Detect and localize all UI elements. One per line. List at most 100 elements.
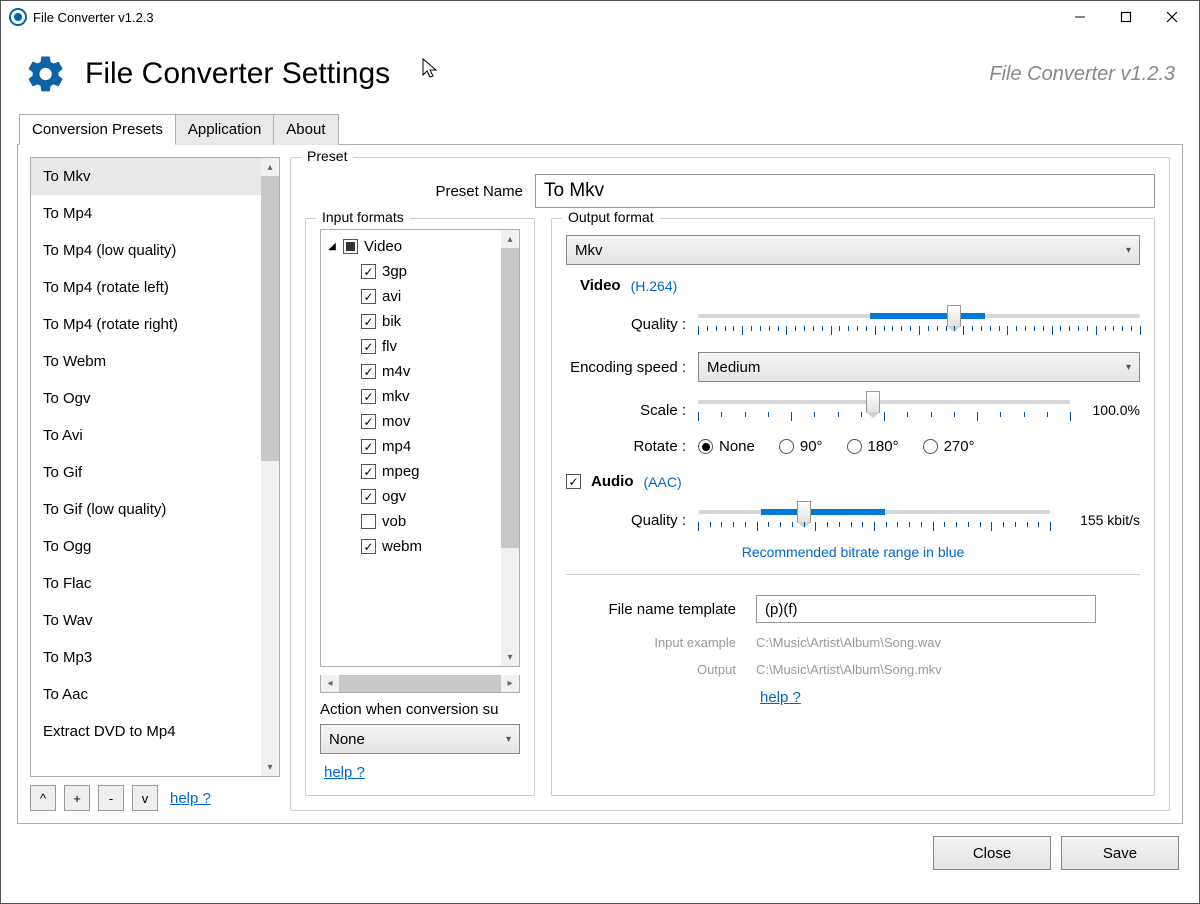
rotate-option[interactable]: None bbox=[698, 438, 755, 455]
input-example-value: C:\Music\Artist\Album\Song.wav bbox=[756, 635, 941, 650]
preset-item[interactable]: To Mp4 (rotate right) bbox=[31, 306, 261, 343]
format-item[interactable]: bik bbox=[325, 309, 497, 334]
scale-slider[interactable] bbox=[698, 394, 1070, 426]
format-label: mp4 bbox=[382, 438, 411, 455]
close-dialog-button[interactable]: Close bbox=[933, 836, 1051, 870]
preset-item[interactable]: To Avi bbox=[31, 417, 261, 454]
format-item[interactable]: webm bbox=[325, 534, 497, 559]
minimize-button[interactable] bbox=[1057, 1, 1103, 33]
audio-heading: Audio bbox=[591, 473, 634, 490]
format-item[interactable]: ogv bbox=[325, 484, 497, 509]
format-checkbox[interactable] bbox=[361, 339, 376, 354]
action-label: Action when conversion su bbox=[320, 701, 520, 718]
video-root-checkbox[interactable] bbox=[343, 239, 358, 254]
format-item[interactable]: 3gp bbox=[325, 259, 497, 284]
tabs: Conversion PresetsApplicationAbout bbox=[1, 113, 1199, 144]
format-item[interactable]: avi bbox=[325, 284, 497, 309]
rotate-option[interactable]: 270° bbox=[923, 438, 975, 455]
scroll-right-icon[interactable]: ▸ bbox=[501, 675, 519, 692]
preset-item[interactable]: To Aac bbox=[31, 676, 261, 713]
move-up-button[interactable]: ^ bbox=[30, 785, 56, 811]
output-example-label: Output bbox=[566, 662, 756, 677]
audio-quality-slider[interactable] bbox=[698, 504, 1050, 536]
output-format-fieldset: Output format Mkv ▾ Video (H.264) Qualit… bbox=[551, 218, 1155, 796]
tab-application[interactable]: Application bbox=[175, 114, 274, 145]
preset-item[interactable]: To Mp4 (low quality) bbox=[31, 232, 261, 269]
encoding-speed-combo[interactable]: Medium ▾ bbox=[698, 352, 1140, 382]
format-item[interactable]: mp4 bbox=[325, 434, 497, 459]
add-preset-button[interactable]: + bbox=[64, 785, 90, 811]
audio-enable-checkbox[interactable] bbox=[566, 474, 581, 489]
scroll-down-icon[interactable]: ▾ bbox=[261, 758, 279, 776]
template-label: File name template bbox=[566, 601, 756, 618]
save-button[interactable]: Save bbox=[1061, 836, 1179, 870]
input-formats-legend: Input formats bbox=[316, 209, 410, 225]
tab-conversion-presets[interactable]: Conversion Presets bbox=[19, 114, 176, 145]
scroll-left-icon[interactable]: ◂ bbox=[321, 675, 339, 692]
preset-item[interactable]: To Mp4 (rotate left) bbox=[31, 269, 261, 306]
output-example-value: C:\Music\Artist\Album\Song.mkv bbox=[756, 662, 942, 677]
scroll-up-icon[interactable]: ▴ bbox=[501, 230, 519, 248]
move-down-button[interactable]: v bbox=[132, 785, 158, 811]
preset-item[interactable]: To Gif bbox=[31, 454, 261, 491]
tree-hscrollbar[interactable]: ◂ ▸ bbox=[320, 675, 520, 693]
format-item[interactable]: mkv bbox=[325, 384, 497, 409]
rotate-option[interactable]: 90° bbox=[779, 438, 823, 455]
preset-scrollbar[interactable]: ▴ ▾ bbox=[261, 158, 279, 776]
version-label: File Converter v1.2.3 bbox=[989, 63, 1175, 86]
close-button[interactable] bbox=[1149, 1, 1195, 33]
format-checkbox[interactable] bbox=[361, 314, 376, 329]
preset-item[interactable]: To Ogg bbox=[31, 528, 261, 565]
preset-name-input[interactable] bbox=[535, 174, 1155, 208]
output-legend: Output format bbox=[562, 209, 660, 225]
preset-list: To MkvTo Mp4To Mp4 (low quality)To Mp4 (… bbox=[30, 157, 280, 777]
format-item[interactable]: mpeg bbox=[325, 459, 497, 484]
rotate-option[interactable]: 180° bbox=[847, 438, 899, 455]
preset-item[interactable]: To Mkv bbox=[31, 158, 261, 195]
preset-item[interactable]: To Gif (low quality) bbox=[31, 491, 261, 528]
template-input[interactable] bbox=[756, 595, 1096, 623]
preset-item[interactable]: To Mp3 bbox=[31, 639, 261, 676]
format-label: webm bbox=[382, 538, 422, 555]
presets-help-link[interactable]: help ? bbox=[170, 790, 211, 807]
format-checkbox[interactable] bbox=[361, 389, 376, 404]
format-checkbox[interactable] bbox=[361, 414, 376, 429]
template-help-link[interactable]: help ? bbox=[760, 689, 801, 706]
action-combo[interactable]: None ▾ bbox=[320, 724, 520, 754]
format-checkbox[interactable] bbox=[361, 439, 376, 454]
format-checkbox[interactable] bbox=[361, 264, 376, 279]
tab-about[interactable]: About bbox=[273, 114, 338, 145]
format-checkbox[interactable] bbox=[361, 489, 376, 504]
format-item[interactable]: mov bbox=[325, 409, 497, 434]
scroll-up-icon[interactable]: ▴ bbox=[261, 158, 279, 176]
scroll-thumb[interactable] bbox=[261, 176, 279, 461]
format-tree[interactable]: ◢Video3gpavibikflvm4vmkvmovmp4mpegogvvob… bbox=[321, 230, 501, 666]
preset-item[interactable]: To Mp4 bbox=[31, 195, 261, 232]
format-checkbox[interactable] bbox=[361, 514, 376, 529]
input-formats-help-link[interactable]: help ? bbox=[324, 764, 520, 781]
maximize-button[interactable] bbox=[1103, 1, 1149, 33]
output-format-combo[interactable]: Mkv ▾ bbox=[566, 235, 1140, 265]
video-quality-slider[interactable] bbox=[698, 308, 1140, 340]
scale-label: Scale : bbox=[566, 402, 698, 419]
remove-preset-button[interactable]: - bbox=[98, 785, 124, 811]
format-item[interactable]: vob bbox=[325, 509, 497, 534]
preset-item[interactable]: To Flac bbox=[31, 565, 261, 602]
format-label: m4v bbox=[382, 363, 410, 380]
format-item[interactable]: flv bbox=[325, 334, 497, 359]
scroll-thumb[interactable] bbox=[501, 248, 519, 548]
format-checkbox[interactable] bbox=[361, 364, 376, 379]
header: File Converter Settings File Converter v… bbox=[1, 33, 1199, 113]
preset-item[interactable]: To Ogv bbox=[31, 380, 261, 417]
tree-scrollbar[interactable]: ▴ ▾ bbox=[501, 230, 519, 666]
preset-item[interactable]: Extract DVD to Mp4 bbox=[31, 713, 261, 750]
hscroll-thumb[interactable] bbox=[339, 675, 501, 692]
preset-item[interactable]: To Webm bbox=[31, 343, 261, 380]
scroll-down-icon[interactable]: ▾ bbox=[501, 648, 519, 666]
format-checkbox[interactable] bbox=[361, 289, 376, 304]
format-item[interactable]: m4v bbox=[325, 359, 497, 384]
format-checkbox[interactable] bbox=[361, 464, 376, 479]
preset-item[interactable]: To Wav bbox=[31, 602, 261, 639]
tree-collapse-icon[interactable]: ◢ bbox=[327, 241, 337, 252]
format-checkbox[interactable] bbox=[361, 539, 376, 554]
